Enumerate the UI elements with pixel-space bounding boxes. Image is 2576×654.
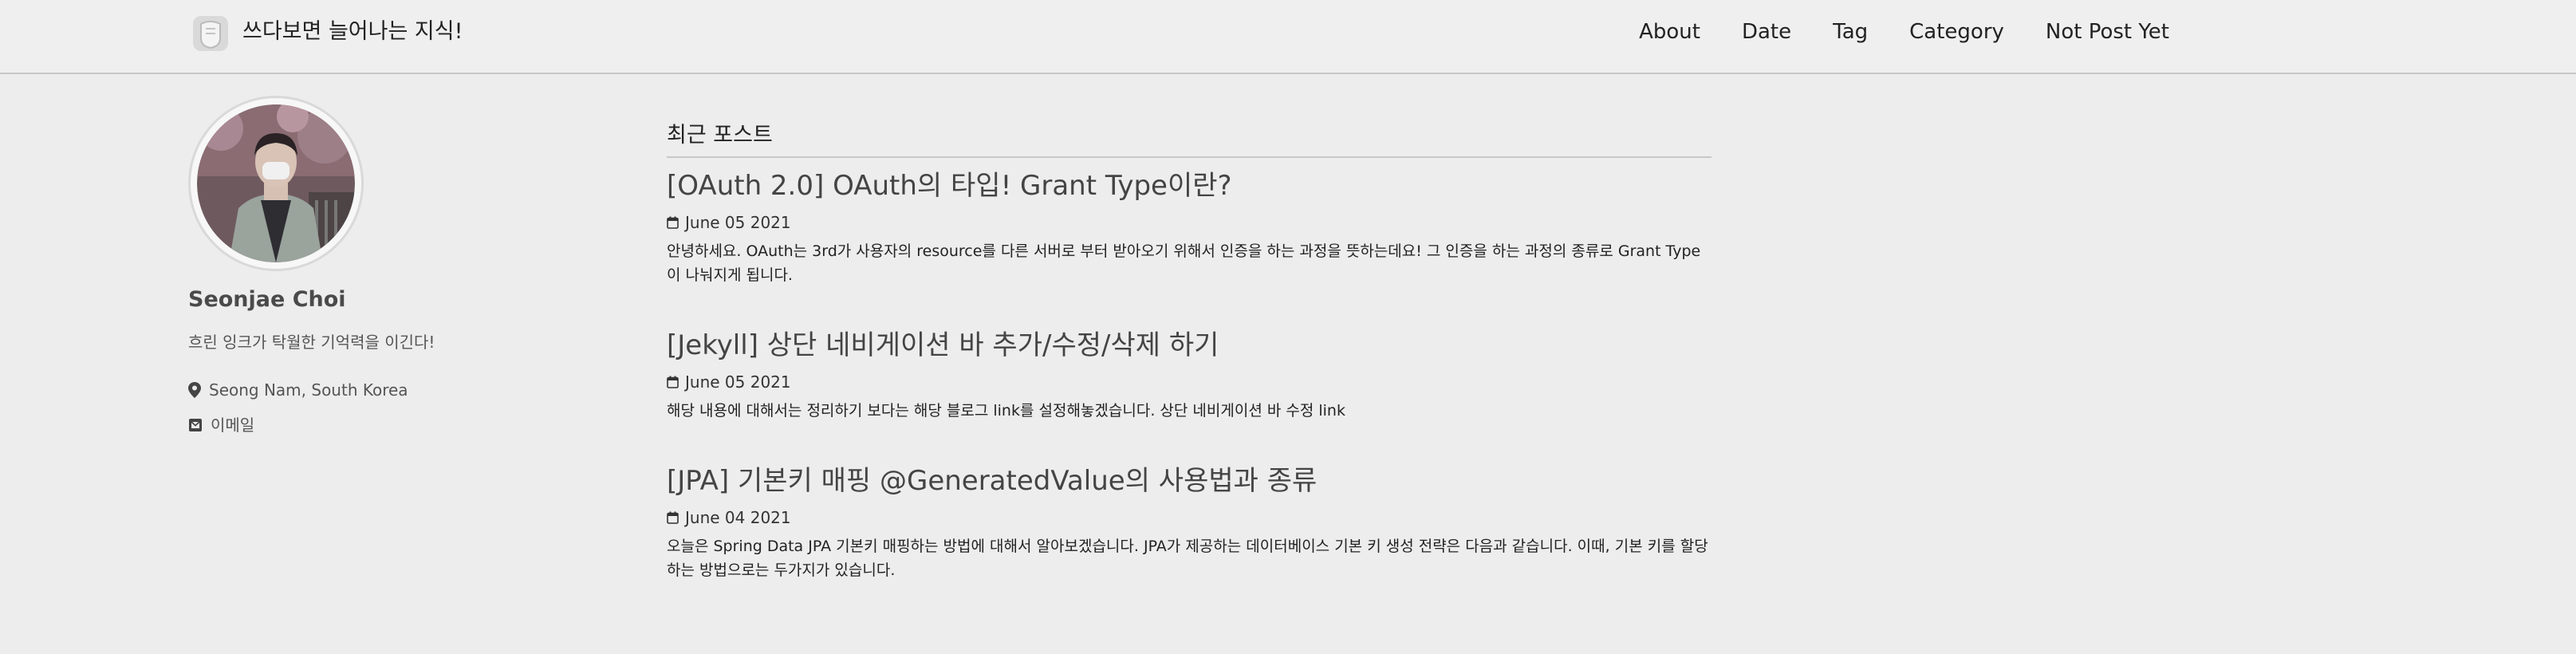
main-content: 최근 포스트 [OAuth 2.0] OAuth의 타입! Grant Type…	[667, 120, 1711, 582]
post-item: [OAuth 2.0] OAuth의 타입! Grant Type이란? Jun…	[667, 164, 1711, 287]
author-location: Seong Nam, South Korea	[188, 378, 523, 402]
masthead: 쓰다보면 늘어나는 지식! About Date Tag Category No…	[0, 0, 2576, 74]
author-bio: 흐린 잉크가 탁월한 기억력을 이긴다!	[188, 333, 435, 352]
nav-category[interactable]: Category	[1909, 16, 2004, 48]
calendar-icon	[667, 511, 679, 524]
calendar-icon	[667, 376, 679, 388]
email-link[interactable]: 이메일	[211, 413, 254, 437]
nav-tag[interactable]: Tag	[1833, 16, 1868, 48]
post-date-text: June 05 2021	[685, 213, 791, 232]
post-excerpt: 안녕하세요. OAuth는 3rd가 사용자의 resource를 다른 서버로…	[667, 242, 1701, 284]
map-marker-icon	[188, 382, 201, 398]
calendar-icon	[667, 216, 679, 229]
nav-date[interactable]: Date	[1742, 16, 1791, 48]
post-title-link[interactable]: [Jekyll] 상단 네비게이션 바 추가/수정/삭제 하기	[667, 324, 1711, 367]
site-title[interactable]: 쓰다보면 늘어나는 지식!	[242, 16, 463, 48]
post-item: [JPA] 기본키 매핑 @GeneratedValue의 사용법과 종류 Ju…	[667, 459, 1711, 582]
post-date: June 05 2021	[667, 209, 1711, 236]
post-date-text: June 04 2021	[685, 508, 791, 527]
author-meta: Seong Nam, South Korea 이메일	[188, 378, 523, 437]
author-email[interactable]: 이메일	[188, 413, 523, 437]
post-date-text: June 05 2021	[685, 372, 791, 392]
location-text: Seong Nam, South Korea	[209, 380, 408, 400]
avatar	[197, 104, 355, 262]
post-date: June 05 2021	[667, 368, 1711, 396]
post-item: [Jekyll] 상단 네비게이션 바 추가/수정/삭제 하기 June 05 …	[667, 324, 1711, 423]
author-sidebar: Seonjae Choi 흐린 잉크가 탁월한 기억력을 이긴다! Seong …	[188, 96, 523, 448]
section-title: 최근 포스트	[667, 120, 1711, 158]
post-excerpt: 해당 내용에 대해서는 정리하기 보다는 해당 블로그 link를 설정해놓겠습…	[667, 402, 1345, 420]
post-excerpt: 오늘은 Spring Data JPA 기본키 매핑하는 방법에 대해서 알아보…	[667, 538, 1708, 579]
post-title-link[interactable]: [JPA] 기본키 매핑 @GeneratedValue의 사용법과 종류	[667, 459, 1711, 502]
author-name: Seonjae Choi	[188, 287, 346, 312]
nav-about[interactable]: About	[1639, 16, 1700, 48]
top-nav: About Date Tag Category Not Post Yet	[1597, 16, 2169, 48]
avatar-frame	[188, 96, 364, 271]
envelope-icon	[189, 419, 202, 431]
nav-not-post-yet[interactable]: Not Post Yet	[2046, 16, 2169, 48]
post-title-link[interactable]: [OAuth 2.0] OAuth의 타입! Grant Type이란?	[667, 164, 1711, 207]
logo-icon[interactable]	[191, 14, 230, 53]
post-date: June 04 2021	[667, 504, 1711, 531]
